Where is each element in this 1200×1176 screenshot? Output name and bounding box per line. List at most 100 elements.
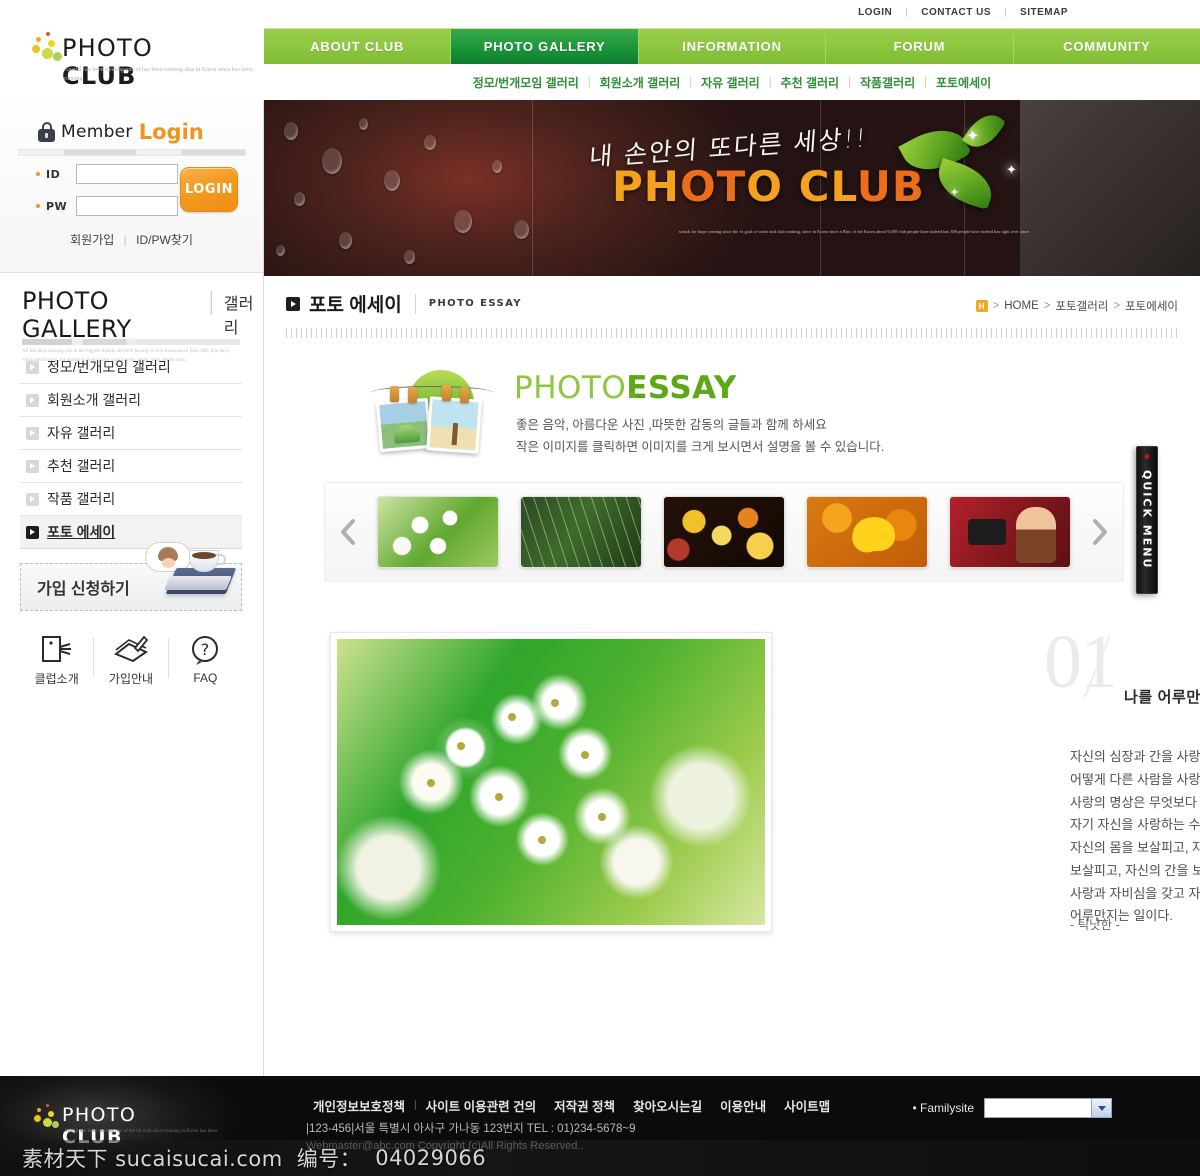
sidebar-item-recommended-gallery[interactable]: 추천 갤러리 <box>20 450 242 483</box>
arrow-icon <box>26 426 39 440</box>
login-button[interactable]: LOGIN <box>180 167 238 212</box>
sidebar-icon-faq[interactable]: ? FAQ <box>169 631 242 685</box>
top-sitemap-link[interactable]: SITEMAP <box>1006 7 1082 18</box>
essay-banner-title-photo: PHOTO <box>514 370 627 406</box>
hero-title-part-2: OT <box>679 162 747 211</box>
footer-logo-word-photo: PHOTO <box>62 1104 137 1126</box>
nav-about-club[interactable]: ABOUT CLUB <box>264 29 452 64</box>
pw-label: PW <box>46 199 68 213</box>
page-title: 포토 에세이 <box>309 295 402 316</box>
sidebar-item-label: 회원소개 갤러리 <box>47 392 142 408</box>
subnav-item-0[interactable]: 정모/번개모임 갤러리 <box>464 74 588 91</box>
nav-photo-gallery[interactable]: PHOTO GALLERY <box>451 29 639 70</box>
id-label: ID <box>46 167 61 181</box>
logo-dots-icon <box>34 1104 60 1130</box>
white-flowers-photo <box>337 639 765 925</box>
familysite-select[interactable] <box>984 1098 1112 1118</box>
sidebar-item-meeting-gallery[interactable]: 정모/번개모임 갤러리 <box>20 351 242 384</box>
essay-number: 01 <box>1044 620 1118 704</box>
footer-link-sitemap[interactable]: 사이트맵 <box>775 1096 839 1115</box>
nav-community[interactable]: COMMUNITY <box>1013 29 1200 64</box>
footer-link-suggestion[interactable]: 사이트 이용관련 건의 <box>417 1096 545 1115</box>
divider <box>414 293 416 314</box>
speech-card-icon <box>20 630 93 668</box>
footer-link-privacy[interactable]: 개인정보보호정책 <box>304 1096 414 1115</box>
subnav-item-4[interactable]: 작품갤러리 <box>851 74 924 91</box>
chevron-down-icon[interactable] <box>1091 1099 1111 1117</box>
footer-logo-tagline: Anadal has been running one of the hit c… <box>64 1129 218 1134</box>
quick-menu-tab[interactable]: QUICK MENU <box>1136 446 1158 594</box>
sparkle-icon: ✦ <box>966 128 980 145</box>
signup-link[interactable]: 회원가입 <box>64 233 120 247</box>
breadcrumb-separator: > <box>1113 300 1121 312</box>
sidebar-heading-kr: 갤러리 <box>223 294 254 337</box>
nav-label: FORUM <box>893 39 946 54</box>
thumbnail-white-flowers[interactable] <box>377 496 499 568</box>
nav-forum[interactable]: FORUM <box>826 29 1014 64</box>
breadcrumb-item-gallery[interactable]: 포토갤러리 <box>1055 298 1108 314</box>
thumbnail-photographer-woman[interactable] <box>949 496 1071 568</box>
indicator-dot-icon <box>1144 454 1150 459</box>
familysite-group: • Familysite <box>912 1098 1112 1118</box>
sidebar-icon-join-guide[interactable]: 가입안내 <box>94 630 167 687</box>
arrow-icon <box>26 393 39 407</box>
subnav-item-5[interactable]: 포토에세이 <box>927 74 1000 91</box>
sidebar-item-member-gallery[interactable]: 회원소개 갤러리 <box>20 384 242 417</box>
find-id-pw-link[interactable]: ID/PW찾기 <box>130 233 199 247</box>
carousel-next-button[interactable] <box>1077 482 1123 582</box>
hero-title-part-3: O CL <box>746 162 857 211</box>
top-login-link[interactable]: LOGIN <box>844 7 906 18</box>
watermark-id-label: 编号： <box>296 1147 362 1171</box>
login-title-member: Member <box>61 122 133 142</box>
home-icon[interactable]: H <box>975 300 988 312</box>
nav-information[interactable]: INFORMATION <box>638 29 827 64</box>
sparkle-icon: ✦ <box>1006 162 1017 177</box>
join-application-banner[interactable]: 가입 신청하기 <box>20 542 242 611</box>
subnav-item-1[interactable]: 회원소개 갤러리 <box>591 74 690 91</box>
breadcrumb-separator: > <box>1043 300 1051 312</box>
breadcrumb-item-home[interactable]: HOME <box>1004 300 1039 312</box>
top-contact-link[interactable]: CONTACT US <box>907 7 1005 18</box>
sidebar-item-label: 작품 갤러리 <box>47 491 116 507</box>
top-utility-bar: LOGIN CONTACT US SITEMAP <box>0 0 1200 26</box>
sidebar-menu: 정모/번개모임 갤러리 회원소개 갤러리 자유 갤러리 추천 갤러리 작품 갤러… <box>20 351 242 549</box>
carousel-prev-button[interactable] <box>325 482 371 582</box>
sidebar-icon-label: FAQ <box>193 671 218 685</box>
hero-banner: 내 손안의 또다른 세상!! PHOTO CLUB search for hop… <box>264 100 1200 276</box>
divider: | <box>123 233 127 247</box>
sidebar-item-label: 정모/번개모임 갤러리 <box>47 359 171 375</box>
hero-glass-panel <box>1020 100 1200 276</box>
lock-icon <box>38 122 55 142</box>
photo-essay-banner: PHOTO. ESSAY 좋은 음악, 아름다운 사진 ,따뜻한 감동의 글들과 … <box>364 368 1064 464</box>
thumbnail-ginkgo-leaf[interactable] <box>806 496 928 568</box>
login-title-login: Login <box>138 120 204 144</box>
footer-link-copyright-policy[interactable]: 저작권 정책 <box>545 1096 624 1115</box>
question-bubble-icon: ? <box>169 631 242 669</box>
bullet-icon <box>36 172 40 176</box>
sidebar-icon-club-intro[interactable]: 클럽소개 <box>20 630 93 687</box>
subnav-item-2[interactable]: 자유 갤러리 <box>692 74 769 91</box>
subnav-item-3[interactable]: 추천 갤러리 <box>772 74 849 91</box>
essay-main-photo[interactable] <box>330 632 772 932</box>
thumbnail-green-grass-dew[interactable] <box>520 496 642 568</box>
thumbnail-bokeh-lights[interactable] <box>663 496 785 568</box>
arrow-icon <box>26 360 39 374</box>
essay-banner-line-2: 작은 이미지를 클릭하면 이미지를 크게 보시면서 설명을 볼 수 있습니다. <box>516 440 885 454</box>
watermark-site: 素材天下 sucaisucai.com <box>22 1147 283 1171</box>
sidebar-item-label: 추천 갤러리 <box>47 458 116 474</box>
essay-banner-line-1: 좋은 음악, 아름다운 사진 ,따뜻한 감동의 글들과 함께 하세요 <box>516 418 827 432</box>
footer-link-directions[interactable]: 찾아오시는길 <box>624 1096 711 1115</box>
logo-dots-icon <box>32 32 62 68</box>
stock-site-watermark: 素材天下 sucaisucai.com 编号： 04029066 <box>0 1140 1200 1176</box>
essay-banner-title-dot: . <box>626 370 639 406</box>
left-sidebar: Member Login ID PW LOGIN 회원가입 | ID/PW찾기 … <box>0 101 264 1076</box>
footer-link-usage-guide[interactable]: 이용안내 <box>711 1096 775 1115</box>
breadcrumb-separator: > <box>992 300 1000 312</box>
pw-field-row: PW <box>36 196 178 216</box>
pw-input[interactable] <box>76 196 178 216</box>
id-input[interactable] <box>76 164 178 184</box>
logo-word-photo: PHOTO <box>62 34 153 62</box>
sidebar-item-free-gallery[interactable]: 자유 갤러리 <box>20 417 242 450</box>
sidebar-item-artwork-gallery[interactable]: 작품 갤러리 <box>20 483 242 516</box>
watermark-id-value: 04029066 <box>375 1146 487 1170</box>
